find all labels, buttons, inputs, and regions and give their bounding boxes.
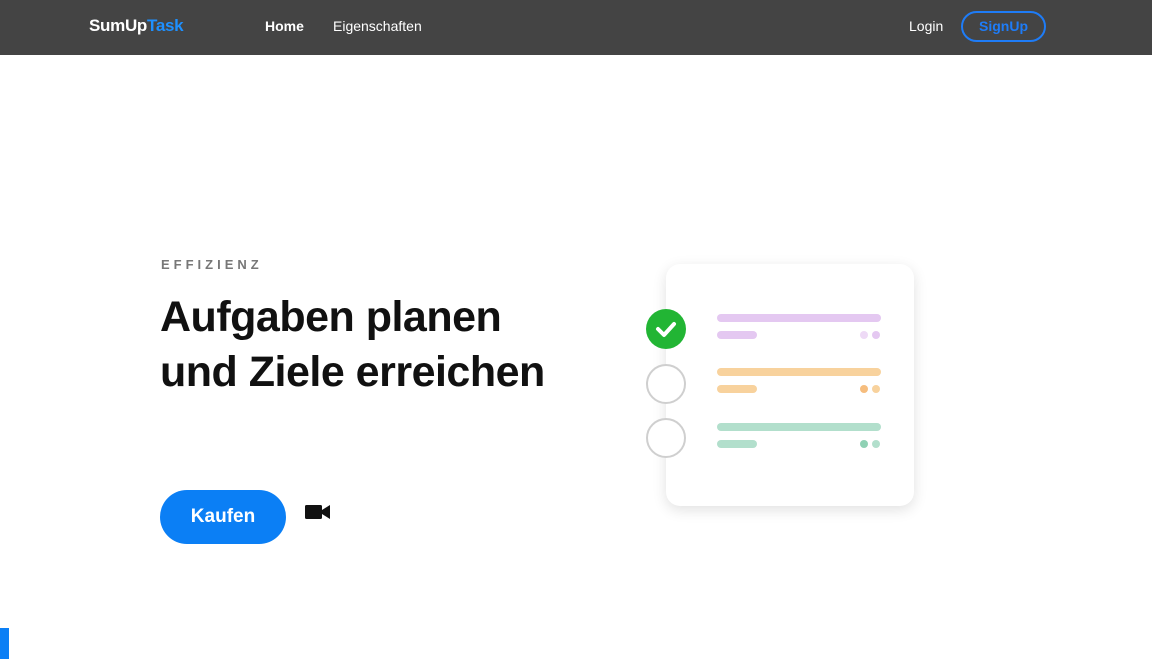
brand-logo[interactable]: SumUpTask bbox=[89, 16, 184, 36]
task-dot bbox=[872, 440, 880, 448]
login-link[interactable]: Login bbox=[909, 18, 943, 34]
task-checkbox-empty bbox=[646, 418, 686, 458]
checkmark-icon bbox=[656, 322, 676, 337]
task-dot bbox=[872, 385, 880, 393]
brand-name-part2: Task bbox=[147, 16, 184, 35]
task-title-bar bbox=[717, 423, 881, 431]
task-checkbox-done bbox=[646, 309, 686, 349]
brand-name-part1: SumUp bbox=[89, 16, 148, 35]
buy-button[interactable]: Kaufen bbox=[160, 490, 286, 544]
task-dot bbox=[860, 440, 868, 448]
task-subtitle-bar bbox=[717, 385, 757, 393]
task-title-bar bbox=[717, 314, 881, 322]
task-dot bbox=[872, 331, 880, 339]
task-dot bbox=[860, 331, 868, 339]
video-camera-icon[interactable] bbox=[305, 504, 331, 520]
side-tab-marker[interactable] bbox=[0, 628, 9, 659]
task-dot bbox=[860, 385, 868, 393]
hero-headline: Aufgaben planen und Ziele erreichen bbox=[160, 293, 545, 396]
nav-link-eigenschaften[interactable]: Eigenschaften bbox=[333, 18, 422, 34]
task-subtitle-bar bbox=[717, 331, 757, 339]
task-subtitle-bar bbox=[717, 440, 757, 448]
task-checkbox-empty bbox=[646, 364, 686, 404]
nav-link-home[interactable]: Home bbox=[265, 18, 304, 34]
signup-button[interactable]: SignUp bbox=[961, 11, 1046, 42]
task-title-bar bbox=[717, 368, 881, 376]
hero-eyebrow: EFFIZIENZ bbox=[161, 257, 263, 272]
top-navbar: SumUpTask Home Eigenschaften Login SignU… bbox=[0, 0, 1152, 55]
